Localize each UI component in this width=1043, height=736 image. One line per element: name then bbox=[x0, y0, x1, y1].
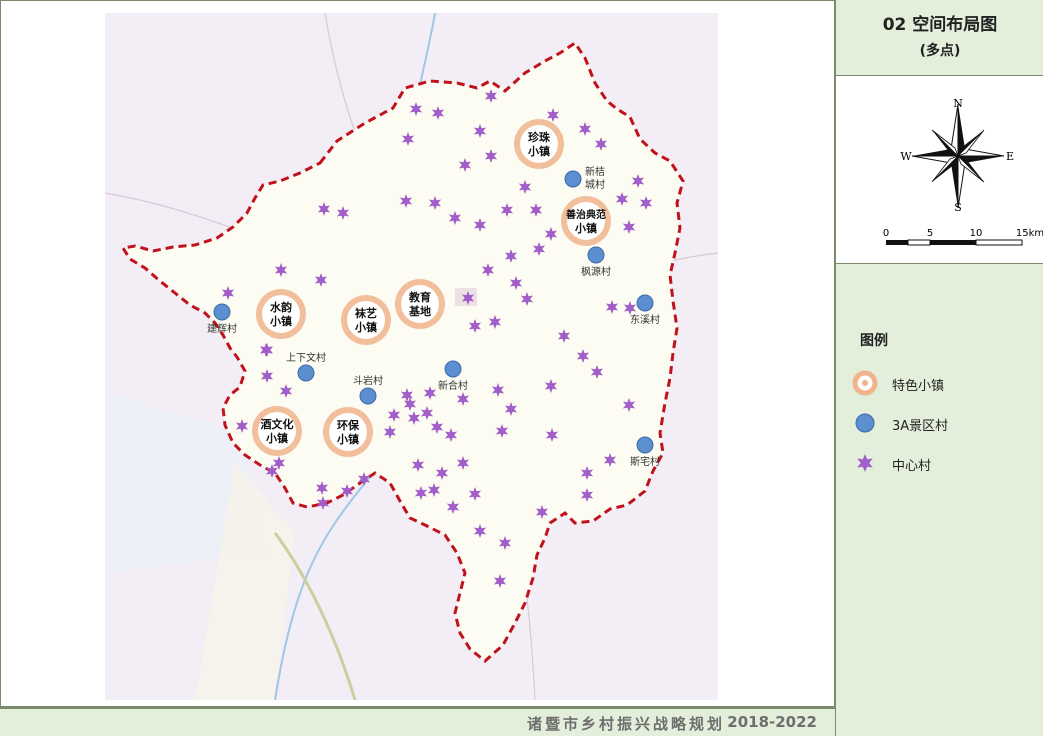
map-title: 02 空间布局图 bbox=[882, 15, 998, 35]
village-3a-label-line2: 城村 bbox=[585, 178, 605, 191]
town-label-line1: 环保 bbox=[337, 418, 360, 432]
town-label-line2: 基地 bbox=[408, 304, 431, 318]
village-3a-label: 东溪村 bbox=[630, 313, 660, 326]
village-3a-dot bbox=[636, 294, 654, 312]
town-marker[interactable]: 袜艺小镇 bbox=[341, 295, 391, 345]
village-3a-dot bbox=[564, 170, 582, 188]
town-marker[interactable]: 教育基地 bbox=[395, 279, 445, 329]
town-label-line2: 小镇 bbox=[354, 320, 377, 334]
scale-bar: 0 5 10 15km bbox=[883, 228, 1043, 246]
town-label-line1: 酒文化 bbox=[261, 417, 294, 431]
village-3a-dot bbox=[636, 436, 654, 454]
town-label-line1: 袜艺 bbox=[354, 306, 377, 320]
scale-tick-15: 15km bbox=[1016, 228, 1043, 239]
town-label-line2: 小镇 bbox=[574, 221, 597, 235]
town-label-line1: 善治典范 bbox=[566, 208, 606, 221]
compass-south: S bbox=[954, 201, 962, 214]
town-label-line1: 珍珠 bbox=[528, 130, 551, 144]
legend-item-center-village: 中心村 bbox=[852, 450, 1032, 476]
village-3a-dot bbox=[359, 387, 377, 405]
legend-title: 图例 bbox=[860, 333, 888, 349]
compass-rose-icon: N S E W 0 5 10 15km bbox=[883, 97, 1043, 246]
compass-east: E bbox=[1006, 150, 1014, 163]
town-label-line2: 小镇 bbox=[336, 432, 359, 446]
blue-dot-icon bbox=[855, 413, 875, 433]
town-marker[interactable]: 珍珠小镇 bbox=[514, 119, 564, 169]
map-area[interactable]: 珍珠 小镇 善治典范 小镇 水韵 小镇 袜艺 小镇 教育 基地 酒文化 小镇 环保 小镇 新桔 城村 枫源村东… bbox=[105, 13, 718, 700]
town-marker[interactable]: 善治典范小镇 bbox=[561, 196, 611, 246]
map-canvas: 珍珠小镇善治典范小镇水韵小镇袜艺小镇教育基地酒文化小镇环保小镇 新桔城村枫源村东… bbox=[105, 13, 718, 700]
purple-star-icon bbox=[857, 454, 873, 472]
town-ring-icon bbox=[852, 370, 878, 396]
footer-years: 2018-2022 bbox=[727, 713, 817, 731]
town-label-line1: 水韵 bbox=[270, 300, 292, 314]
town-label-line1: 教育 bbox=[408, 290, 431, 304]
town-marker[interactable]: 酒文化小镇 bbox=[252, 406, 302, 456]
village-3a-label: 新合村 bbox=[438, 379, 468, 392]
village-3a-dot bbox=[297, 364, 315, 382]
village-3a-dot bbox=[587, 246, 605, 264]
legend-item-town: 特色小镇 bbox=[852, 370, 1032, 396]
village-3a-label: 斯宅村 bbox=[630, 455, 660, 468]
legend-box: 图例 特色小镇 3A景区村 中心村 bbox=[836, 264, 1043, 736]
legend-label-town: 特色小镇 bbox=[892, 379, 945, 394]
compass-box: N S E W 0 5 10 15km bbox=[836, 76, 1043, 264]
right-panel: 02 空间布局图 (多点) N S E W 0 5 10 15km 图例 特色小… bbox=[835, 0, 1043, 736]
scale-tick-5: 5 bbox=[927, 228, 933, 239]
scale-tick-10: 10 bbox=[970, 228, 983, 239]
legend-label-3a-village: 3A景区村 bbox=[892, 419, 949, 434]
town-label-line2: 小镇 bbox=[527, 144, 550, 158]
town-label-line2: 小镇 bbox=[269, 314, 292, 328]
title-box: 02 空间布局图 (多点) bbox=[836, 0, 1043, 76]
town-label-line2: 小镇 bbox=[265, 431, 288, 445]
map-frame: 珍珠 小镇 善治典范 小镇 水韵 小镇 袜艺 小镇 教育 基地 酒文化 小镇 环保 小镇 新桔 城村 枫源村东… bbox=[0, 0, 835, 707]
village-3a-label: 斗岩村 bbox=[353, 374, 383, 387]
legend-item-3a-village: 3A景区村 bbox=[852, 410, 1032, 436]
compass-north: N bbox=[953, 97, 963, 110]
scale-tick-0: 0 bbox=[883, 228, 889, 239]
village-3a-dot bbox=[444, 360, 462, 378]
compass-west: W bbox=[900, 150, 912, 163]
town-marker[interactable]: 环保小镇 bbox=[323, 407, 373, 457]
town-marker[interactable]: 水韵小镇 bbox=[256, 289, 306, 339]
map-subtitle: (多点) bbox=[919, 43, 961, 59]
village-3a-dot bbox=[213, 303, 231, 321]
footer-title: 诸暨市乡村振兴战略规划 bbox=[526, 715, 725, 733]
footer: 诸暨市乡村振兴战略规划 2018-2022 bbox=[0, 707, 835, 736]
legend-label-center-village: 中心村 bbox=[892, 459, 932, 474]
village-3a-label: 建辉村 bbox=[207, 322, 237, 335]
village-3a-label: 新桔 bbox=[585, 165, 605, 178]
village-3a-label: 上下文村 bbox=[286, 351, 326, 364]
village-3a-label: 枫源村 bbox=[581, 265, 611, 278]
